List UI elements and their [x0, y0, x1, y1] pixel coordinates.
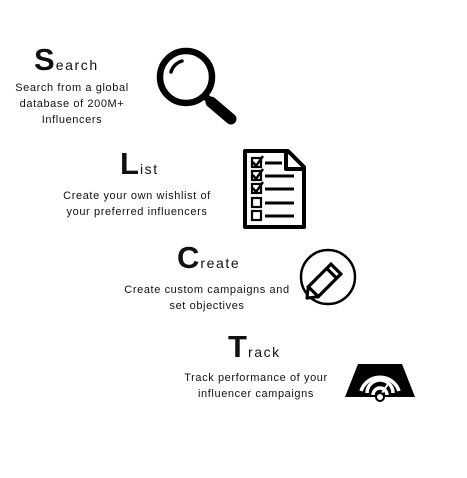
magnifying-glass-icon	[154, 46, 238, 126]
pencil-circle-icon	[298, 248, 358, 308]
step-initial: C	[177, 240, 200, 275]
step-title-create: Create	[177, 242, 240, 273]
step-initial: L	[120, 146, 139, 181]
step-title-search: Search	[34, 44, 99, 75]
step-title-rest: rack	[247, 344, 281, 360]
step-title-list: List	[120, 148, 159, 179]
step-description: Search from a global database of 200M+ I…	[15, 82, 129, 126]
step-description: Track performance of your influencer cam…	[184, 372, 328, 400]
step-initial: T	[228, 329, 247, 364]
step-title-rest: ist	[139, 161, 159, 177]
step-description: Create your own wishlist of your preferr…	[63, 190, 211, 218]
checklist-document-icon	[242, 149, 308, 229]
step-search: Search Search from a global database of …	[0, 0, 467, 130]
step-create: Create Create custom campaigns and set o…	[0, 235, 467, 330]
step-initial: S	[34, 42, 55, 77]
step-title-track: Track	[228, 331, 281, 362]
step-description: Create custom campaigns and set objectiv…	[124, 284, 290, 312]
speed-gauge-icon	[344, 358, 416, 402]
step-track: Track Track performance of your influenc…	[0, 325, 467, 425]
step-title-rest: earch	[55, 57, 99, 73]
step-list: List Create your own wishlist of your pr…	[0, 140, 467, 235]
step-title-rest: reate	[200, 255, 241, 271]
